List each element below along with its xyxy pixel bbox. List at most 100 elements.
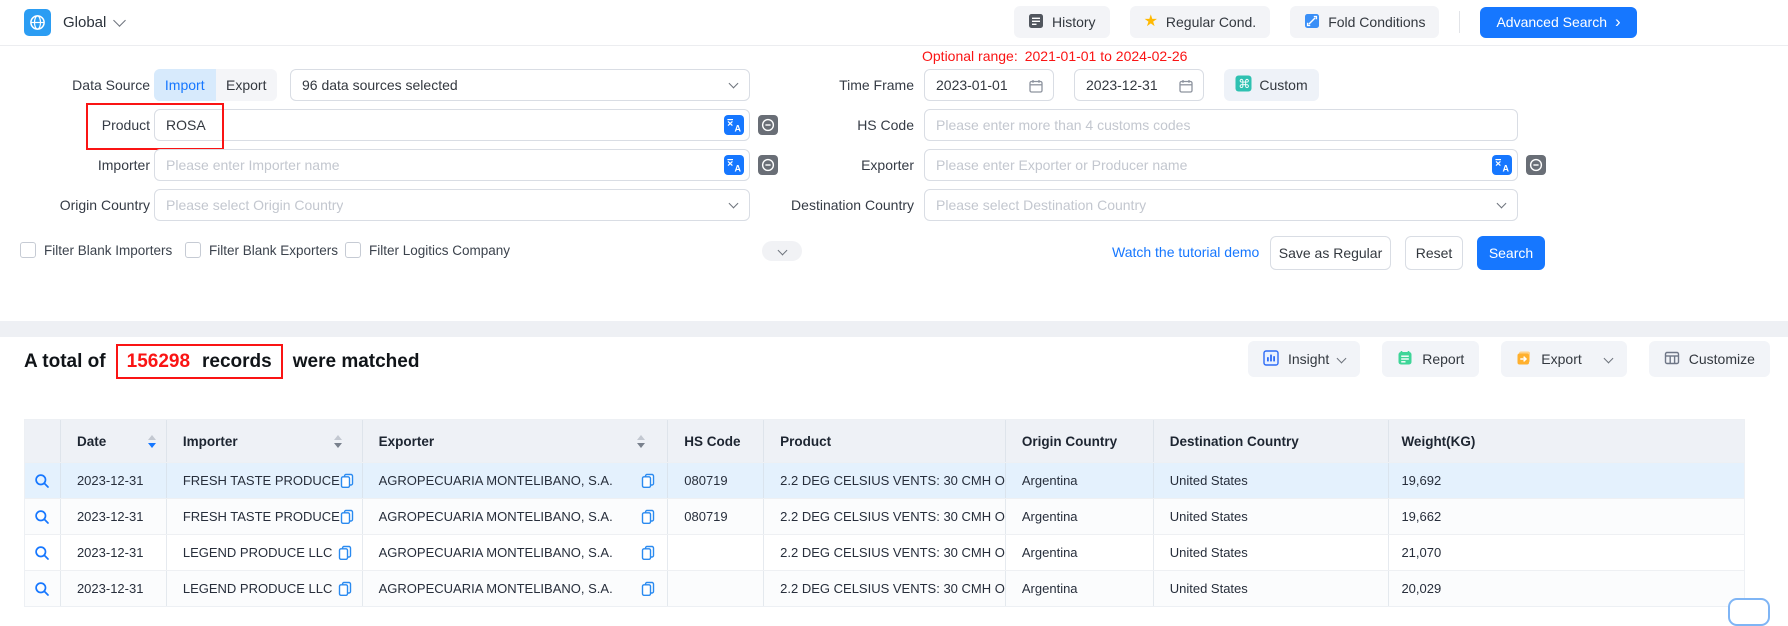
cell-weight: 21,070 bbox=[1389, 535, 1744, 570]
import-tab[interactable]: Import bbox=[154, 69, 216, 101]
cell-weight: 19,692 bbox=[1389, 463, 1744, 498]
magnifier-icon[interactable] bbox=[34, 581, 50, 597]
regular-cond-label: Regular Cond. bbox=[1166, 14, 1256, 30]
cell-destination: United States bbox=[1154, 499, 1390, 534]
magnifier-icon[interactable] bbox=[34, 473, 50, 489]
data-sources-value: 96 data sources selected bbox=[291, 77, 458, 93]
table-row[interactable]: 2023-12-31 FRESH TASTE PRODUCE AGROPECUA… bbox=[25, 462, 1744, 498]
exporter-input[interactable] bbox=[924, 149, 1518, 181]
copy-icon[interactable] bbox=[340, 473, 354, 488]
tutorial-link[interactable]: Watch the tutorial demo bbox=[1112, 236, 1259, 268]
filter-blank-importers-checkbox[interactable]: Filter Blank Importers bbox=[20, 242, 172, 258]
date-from-field[interactable]: 2023-01-01 bbox=[924, 69, 1054, 101]
importer-input[interactable] bbox=[154, 149, 750, 181]
cell-hs-code bbox=[668, 571, 764, 606]
export-button[interactable]: Export bbox=[1501, 341, 1626, 377]
translate-icon[interactable]: A bbox=[1492, 155, 1512, 175]
copy-icon[interactable] bbox=[641, 509, 655, 524]
header-weight: Weight(KG) bbox=[1389, 420, 1744, 462]
collapse-conditions-button[interactable] bbox=[762, 241, 802, 261]
fold-conditions-button[interactable]: Fold Conditions bbox=[1290, 6, 1439, 38]
cell-product: 2.2 DEG CELSIUS VENTS: 30 CMH OP bbox=[764, 535, 1006, 570]
translate-icon[interactable]: A bbox=[724, 155, 744, 175]
copy-icon[interactable] bbox=[338, 581, 352, 596]
cell-origin: Argentina bbox=[1006, 535, 1154, 570]
total-suffix: were matched bbox=[293, 351, 420, 373]
date-to-value: 2023-12-31 bbox=[1075, 77, 1158, 93]
filter-blank-exporters-checkbox[interactable]: Filter Blank Exporters bbox=[185, 242, 338, 258]
advanced-search-button[interactable]: Advanced Search › bbox=[1480, 7, 1636, 38]
insight-label: Insight bbox=[1288, 351, 1329, 367]
region-selector[interactable]: Global bbox=[63, 14, 124, 31]
product-input[interactable] bbox=[154, 109, 750, 141]
cell-importer: LEGEND PRODUCE LLC bbox=[167, 571, 363, 606]
table-row[interactable]: 2023-12-31 FRESH TASTE PRODUCE AGROPECUA… bbox=[25, 498, 1744, 534]
header-importer: Importer bbox=[167, 420, 363, 462]
cell-hs-code: 080719 bbox=[668, 463, 764, 498]
regular-cond-button[interactable]: ★ Regular Cond. bbox=[1130, 6, 1271, 38]
export-icon bbox=[1516, 350, 1532, 369]
chevron-down-icon bbox=[1337, 353, 1347, 363]
date-to-field[interactable]: 2023-12-31 bbox=[1074, 69, 1204, 101]
table-row[interactable]: 2023-12-31 LEGEND PRODUCE LLC AGROPECUAR… bbox=[25, 534, 1744, 570]
origin-country-label: Origin Country bbox=[20, 189, 150, 221]
exporter-label: Exporter bbox=[764, 149, 914, 181]
destination-country-select[interactable]: Please select Destination Country bbox=[924, 189, 1518, 221]
svg-text:A: A bbox=[735, 164, 742, 174]
save-as-regular-button[interactable]: Save as Regular bbox=[1270, 236, 1391, 270]
filter-logistics-checkbox[interactable]: Filter Logitics Company bbox=[345, 242, 510, 258]
custom-icon: ⌘ bbox=[1235, 75, 1252, 95]
cell-importer: FRESH TASTE PRODUCE bbox=[167, 463, 363, 498]
header-product: Product bbox=[764, 420, 1006, 462]
cell-exporter: AGROPECUARIA MONTELIBANO, S.A. bbox=[363, 535, 669, 570]
origin-country-placeholder: Please select Origin Country bbox=[155, 197, 343, 213]
cell-weight: 20,029 bbox=[1389, 571, 1744, 606]
magnifier-icon[interactable] bbox=[34, 545, 50, 561]
custom-range-button[interactable]: ⌘ Custom bbox=[1224, 69, 1319, 101]
copy-icon[interactable] bbox=[641, 581, 655, 596]
copy-icon[interactable] bbox=[340, 509, 354, 524]
reset-button[interactable]: Reset bbox=[1405, 236, 1463, 270]
cell-date: 2023-12-31 bbox=[61, 535, 167, 570]
header-date: Date bbox=[61, 420, 167, 462]
report-icon bbox=[1397, 350, 1413, 369]
cell-exporter: AGROPECUARIA MONTELIBANO, S.A. bbox=[363, 463, 669, 498]
fold-icon bbox=[1304, 13, 1320, 32]
translate-icon[interactable]: A bbox=[724, 115, 744, 135]
header-exporter: Exporter bbox=[363, 420, 669, 462]
calendar-icon bbox=[1028, 78, 1044, 99]
optional-range-label: Optional range: bbox=[922, 48, 1018, 64]
search-button[interactable]: Search bbox=[1477, 236, 1545, 270]
header-destination-country: Destination Country bbox=[1154, 420, 1390, 462]
sort-exporter[interactable] bbox=[637, 435, 645, 448]
header-detail-column bbox=[25, 420, 61, 462]
search-panel: Optional range: 2021-01-01 to 2024-02-26… bbox=[0, 46, 1788, 321]
records-word: records bbox=[202, 351, 272, 373]
data-sources-select[interactable]: 96 data sources selected bbox=[290, 69, 750, 101]
filter-blank-importers-label: Filter Blank Importers bbox=[44, 243, 172, 258]
magnifier-icon[interactable] bbox=[34, 509, 50, 525]
table-row[interactable]: 2023-12-31 LEGEND PRODUCE LLC AGROPECUAR… bbox=[25, 570, 1744, 606]
copy-icon[interactable] bbox=[641, 473, 655, 488]
copy-icon[interactable] bbox=[641, 545, 655, 560]
customize-button[interactable]: Customize bbox=[1649, 341, 1770, 377]
sort-date[interactable] bbox=[148, 435, 156, 448]
chevron-down-icon bbox=[113, 14, 126, 27]
exact-match-icon[interactable] bbox=[1526, 155, 1546, 175]
insight-button[interactable]: Insight bbox=[1248, 341, 1360, 377]
hs-code-label: HS Code bbox=[764, 109, 914, 141]
destination-country-label: Destination Country bbox=[764, 189, 914, 221]
header-hs-code: HS Code bbox=[668, 420, 764, 462]
copy-icon[interactable] bbox=[338, 545, 352, 560]
floating-action-button[interactable] bbox=[1728, 598, 1770, 626]
history-button[interactable]: History bbox=[1014, 6, 1110, 38]
history-icon bbox=[1028, 13, 1044, 32]
sort-importer[interactable] bbox=[334, 435, 342, 448]
chevron-down-icon bbox=[1497, 199, 1507, 209]
report-button[interactable]: Report bbox=[1382, 341, 1479, 377]
export-tab[interactable]: Export bbox=[216, 69, 278, 101]
top-bar: Global History ★ Regular Cond. Fold Cond… bbox=[0, 0, 1788, 46]
hs-code-input[interactable] bbox=[924, 109, 1518, 141]
origin-country-select[interactable]: Please select Origin Country bbox=[154, 189, 750, 221]
globe-logo[interactable] bbox=[24, 9, 51, 36]
